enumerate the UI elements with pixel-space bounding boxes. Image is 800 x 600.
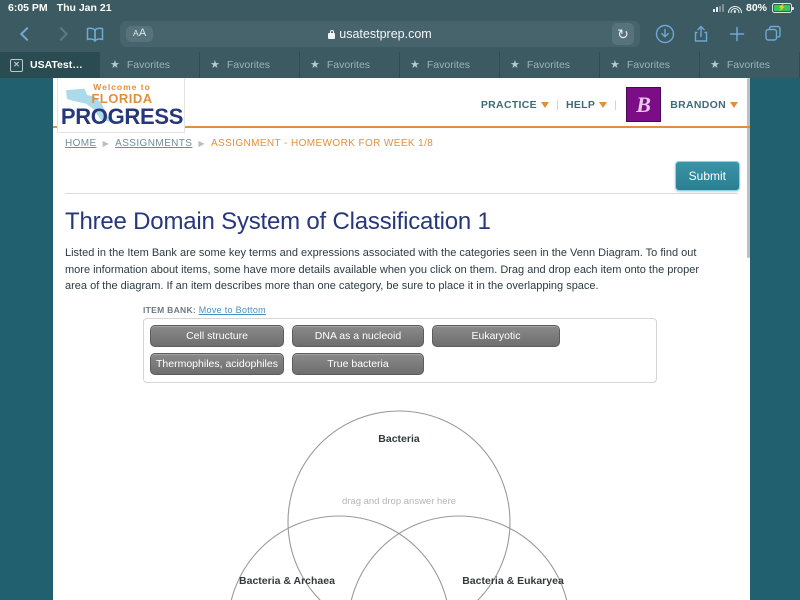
download-icon[interactable] [648,19,682,49]
nav-user-label: BRANDON [670,98,726,111]
battery-charging-icon: ⚡ [772,3,794,13]
browser-tab[interactable]: ★ Favorites [200,52,300,78]
star-icon: ★ [610,58,620,71]
chevron-down-icon [540,101,549,108]
tab-label: Favorites [226,59,271,71]
site-header: Welcome to FLORIDA PROGRESS PRACTICE | H… [53,78,750,133]
item-chip[interactable]: DNA as a nucleoid [292,324,424,347]
breadcrumb-home[interactable]: HOME [65,138,97,149]
lock-icon [328,29,336,39]
avatar[interactable]: B [626,87,662,122]
back-chevron-icon[interactable] [10,19,44,49]
nav-help[interactable]: HELP [565,98,608,111]
chevron-down-icon [599,101,608,108]
status-date: Thu Jan 21 [56,2,112,14]
item-bank: Cell structure DNA as a nucleoid Eukaryo… [143,317,657,383]
instructions-text: Listed in the Item Bank are some key ter… [65,247,700,292]
page-left-gutter [0,78,53,600]
nav-practice-label: PRACTICE [480,98,537,111]
browser-tab-active[interactable]: ✕ USATestprep... [0,52,100,78]
site-nav: PRACTICE | HELP | B BRANDON [481,87,738,122]
breadcrumb-arrow-icon: ▶ [102,139,110,148]
star-icon: ★ [710,58,720,71]
tab-label: Favorites [626,59,671,71]
move-to-bottom-link[interactable]: Move to Bottom [199,305,266,315]
web-page-content: Welcome to FLORIDA PROGRESS PRACTICE | H… [53,78,750,600]
ios-status-bar: 6:05 PM Thu Jan 21 80% ⚡ [0,0,800,16]
breadcrumb-arrow-icon: ▶ [198,139,205,148]
venn-label-bacteria-archaea: Bacteria & Archaea [239,574,335,587]
wifi-icon [727,4,742,13]
item-chip[interactable]: True bacteria [292,352,424,375]
tab-label: Favorites [426,59,471,71]
item-bank-header: ITEM BANK: Move to Bottom [143,305,750,315]
share-icon[interactable] [684,19,718,49]
item-chip[interactable]: Thermophiles, acidophiles [150,352,284,375]
battery-percent-label: 80% [745,2,767,14]
star-icon: ★ [410,58,420,71]
nav-separator: | [614,98,618,111]
venn-circle-archaea [230,514,448,600]
ipad-safari-screen: 6:05 PM Thu Jan 21 80% ⚡ AA usatestprep.… [0,0,800,600]
address-bar[interactable]: AA usatestprep.com ↻ [120,21,640,47]
star-icon: ★ [510,58,520,71]
url-text: usatestprep.com [339,27,432,41]
tab-label: Favorites [726,59,771,71]
venn-circle-eukaryea [350,514,568,600]
url-display: usatestprep.com [120,27,640,41]
logo-progress-text: PROGRESS [60,103,184,129]
venn-dropzone-bacteria[interactable]: drag and drop answer here [342,496,456,507]
browser-tab[interactable]: ★ Favorites [100,52,200,78]
browser-tab[interactable]: ★ Favorites [600,52,700,78]
venn-label-bacteria-eukaryea: Bacteria & Eukaryea [462,574,564,587]
florida-progress-logo[interactable]: Welcome to FLORIDA PROGRESS [57,78,185,133]
item-bank-row: Thermophiles, acidophiles True bacteria [150,352,650,375]
nav-user-menu[interactable]: BRANDON [670,99,738,111]
nav-practice[interactable]: PRACTICE [481,99,549,111]
star-icon: ★ [210,58,220,71]
star-icon: ★ [310,58,320,71]
forward-chevron-icon [44,19,78,49]
page-right-gutter [750,78,800,600]
browser-tab[interactable]: ★ Favorites [500,52,600,78]
breadcrumb-current: ASSIGNMENT - HOMEWORK FOR WEEK 1/8 [210,138,434,149]
page-title: Three Domain System of Classification 1 [65,208,491,235]
item-chip[interactable]: Eukaryotic [432,324,560,347]
chevron-down-icon [730,101,738,108]
item-bank-section: ITEM BANK: Move to Bottom Cell structure… [53,295,750,383]
browser-tab[interactable]: ★ Favorites [300,52,400,78]
close-icon[interactable]: ✕ [10,58,23,72]
item-bank-row: Cell structure DNA as a nucleoid Eukaryo… [150,324,650,347]
breadcrumb-assignments[interactable]: ASSIGNMENTS [115,138,192,149]
reload-icon[interactable]: ↻ [612,23,634,45]
book-icon[interactable] [78,19,112,49]
tab-label: Favorites [126,59,171,71]
submit-button[interactable]: Submit [674,161,740,191]
item-bank-label: ITEM BANK: [143,304,197,315]
tab-label: Favorites [526,59,571,71]
tabs-icon[interactable] [756,19,790,49]
browser-tab[interactable]: ★ Favorites [400,52,500,78]
submit-row: Submit [53,149,750,193]
browser-tab[interactable]: ★ Favorites [700,52,800,78]
tab-label: Favorites [326,59,371,71]
tab-bar: ✕ USATestprep... ★ Favorites ★ Favorites… [0,52,800,79]
item-chip[interactable]: Cell structure [150,324,284,347]
venn-diagram: Bacteria drag and drop answer here Bacte… [53,405,750,600]
status-time: 6:05 PM [8,2,48,14]
venn-label-bacteria: Bacteria [378,432,420,445]
tab-label: USATestprep... [30,59,89,71]
plus-icon[interactable] [720,19,754,49]
browser-toolbar: AA usatestprep.com ↻ [0,16,800,52]
nav-help-label: HELP [565,98,596,111]
nav-separator: | [555,98,559,111]
text-size-button[interactable]: AA [126,26,154,42]
cellular-signal-icon [712,4,724,12]
star-icon: ★ [110,58,120,71]
